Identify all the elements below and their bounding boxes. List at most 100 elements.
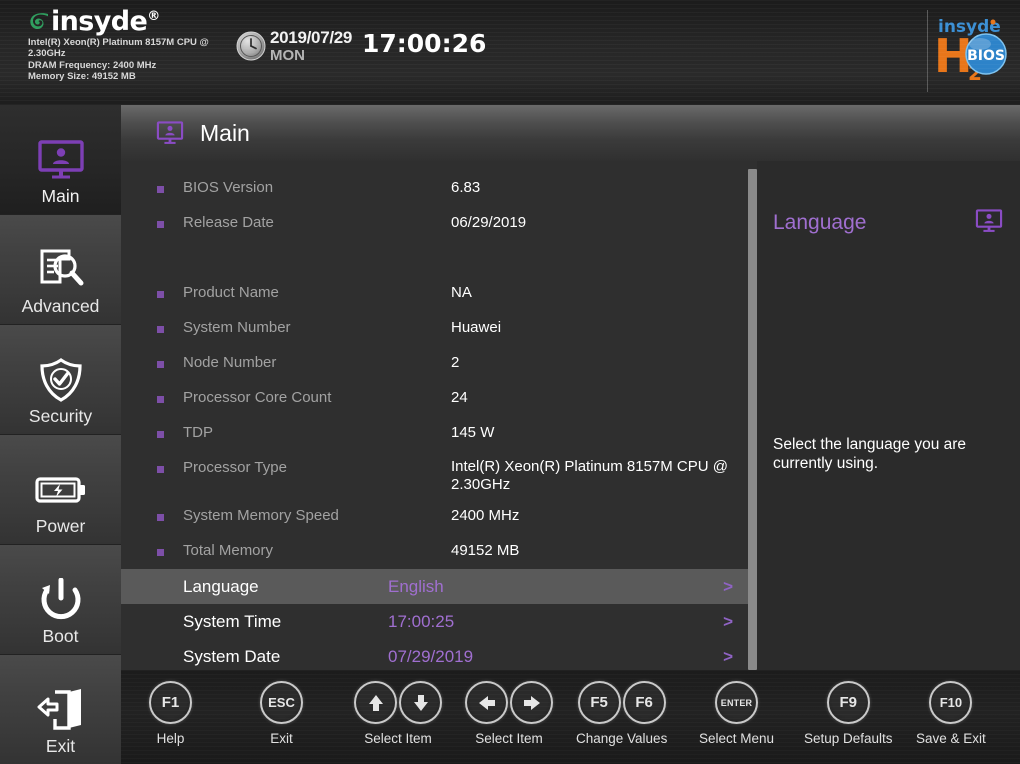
fn-group-select-item-horizontal[interactable]: Select Item [465,681,553,746]
setting-row-system-date[interactable]: System Date 07/29/2019 > [121,639,750,674]
info-row-value: 2 [451,354,460,371]
setting-row-value: 17:00:25 [388,611,455,631]
fn-label: Save & Exit [916,731,986,746]
sidebar-item-main[interactable]: Main [0,105,121,215]
fn-group-change-values[interactable]: F5 F6 Change Values [576,681,667,746]
fn-group-setup-defaults[interactable]: F9 Setup Defaults [804,681,893,746]
key-arrow-up[interactable] [354,681,397,724]
sidebar-item-label: Advanced [21,296,100,316]
bullet-icon [157,396,164,403]
key-f10[interactable]: F10 [929,681,973,724]
content-scrollbar[interactable] [748,169,757,670]
key-f1[interactable]: F1 [149,681,192,724]
function-key-bar: F1 Help ESC Exit Select Item Select Item… [121,670,1020,764]
info-row-value: 6.83 [451,179,481,196]
fn-label: Select Item [475,731,543,746]
info-row-label: Processor Core Count [183,389,332,406]
setting-row-label: Language [183,576,259,596]
info-row-value: Huawei [451,319,502,336]
chevron-right-icon: > [723,611,733,631]
info-row-label: Release Date [183,214,274,231]
info-row: System Memory Speed 2400 MHz [121,506,750,526]
info-row-value: 24 [451,389,468,406]
sidebar-item-label: Exit [45,736,76,756]
fn-group-save-exit[interactable]: F10 Save & Exit [916,681,986,746]
sidebar-item-advanced[interactable]: Advanced [0,215,121,325]
fn-group-help[interactable]: F1 Help [149,681,192,746]
main-content: BIOS Version 6.83 Release Date 06/29/201… [121,161,1020,670]
info-row: Processor Core Count 24 [121,388,750,408]
sidebar-item-boot[interactable]: Boot [0,545,121,655]
fn-group-select-menu[interactable]: ENTER Select Menu [699,681,774,746]
arrow-up-icon [368,694,383,711]
arrow-down-icon [413,694,428,711]
info-row-value: 06/29/2019 [451,214,527,231]
current-weekday: MON [270,47,305,64]
info-row-value: 145 W [451,424,495,441]
power-cycle-icon [38,577,84,623]
key-enter[interactable]: ENTER [715,681,759,724]
info-row-label: Processor Type [183,459,287,476]
info-row-value: 2400 MHz [451,507,520,524]
key-f5[interactable]: F5 [577,681,621,724]
key-esc[interactable]: ESC [260,681,303,724]
svg-text:BIOS: BIOS [967,48,1005,64]
key-arrow-down[interactable] [399,681,442,724]
setting-row-label: System Date [183,646,281,666]
page-header: Main [121,105,1020,161]
setting-row-language[interactable]: Language English > [121,569,750,604]
vendor-logo-block: insyde® Intel(R) Xeon(R) Platinum 8157M … [28,5,243,82]
setting-row-system-time[interactable]: System Time 17:00:25 > [121,604,750,639]
battery-bolt-icon [34,467,87,513]
system-info-line-2: DRAM Frequency: 2400 MHz [28,59,157,71]
current-time: 17:00:26 [362,29,487,58]
info-row-label: BIOS Version [183,179,274,196]
fn-label: Setup Defaults [804,731,893,746]
fn-label: Help [156,731,185,746]
key-arrow-right[interactable] [510,681,553,724]
fn-group-exit[interactable]: ESC Exit [260,681,303,746]
info-row-value: NA [451,284,472,301]
fn-label: Exit [270,731,293,746]
help-panel-description: Select the language you are currently us… [773,436,967,472]
setting-row-value: English [388,576,444,596]
system-info-line-3: Memory Size: 49152 MB [28,70,136,82]
info-row: TDP 145 W [121,423,750,443]
help-panel-title: Language [773,211,867,234]
datetime-block: 2019/07/29 MON [236,28,352,65]
bullet-icon [157,186,164,193]
info-row-label: TDP [183,424,213,441]
sidebar-item-label: Power [35,516,86,536]
info-row-label: Product Name [183,284,279,301]
sidebar-item-power[interactable]: Power [0,435,121,545]
sidebar-nav[interactable]: Main Advanced Security Power Boot Exit [0,105,121,764]
clock-icon [236,31,266,61]
page-title: Main [200,119,250,146]
info-row: BIOS Version 6.83 [121,178,750,198]
key-f9[interactable]: F9 [826,681,870,724]
sidebar-item-security[interactable]: Security [0,325,121,435]
sidebar-item-label: Security [28,406,93,426]
info-row-label: Total Memory [183,542,274,559]
insyde-h2o-bios-logo: insyde H 2 BIOS [930,6,1008,94]
fn-group-select-item-vertical[interactable]: Select Item [354,681,442,746]
help-panel: Language Select the language you are cur… [757,161,1020,670]
bullet-icon [157,514,164,521]
bullet-icon [157,221,164,228]
bullet-icon [157,361,164,368]
setting-row-label: System Time [183,611,282,631]
info-row: Release Date 06/29/2019 [121,213,750,233]
monitor-user-icon [37,137,85,183]
sidebar-item-exit[interactable]: Exit [0,655,121,764]
bullet-icon [157,326,164,333]
arrow-left-icon [478,695,495,710]
fn-label: Change Values [576,731,668,746]
info-row-value: Intel(R) Xeon(R) Platinum 8157M CPU @ 2.… [451,458,728,493]
vendor-logo-text: insyde® [51,6,160,37]
bullet-icon [157,431,164,438]
system-info-line-1: Intel(R) Xeon(R) Platinum 8157M CPU @ 2.… [28,37,209,60]
key-f6[interactable]: F6 [622,681,666,724]
key-arrow-left[interactable] [465,681,508,724]
exit-door-icon [35,687,87,733]
fn-label: Select Menu [699,731,775,746]
